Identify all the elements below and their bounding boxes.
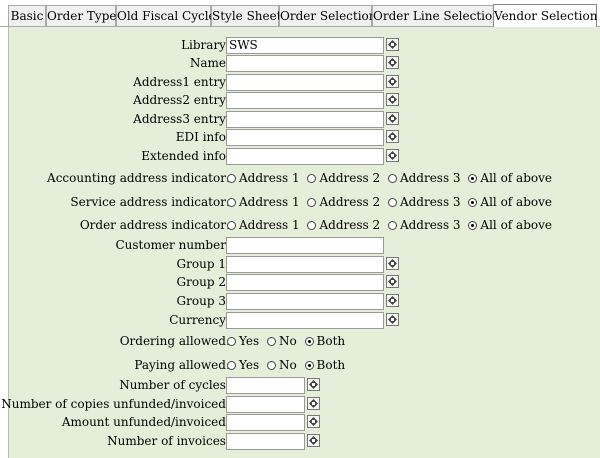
group3-input[interactable] [226, 293, 384, 310]
diamond-lookup-icon [388, 95, 397, 104]
ordering-allowed-label: Ordering allowed: [119, 334, 230, 348]
order-all-radio[interactable]: All of above [468, 218, 552, 232]
group1-input[interactable] [226, 256, 384, 273]
address1-input[interactable] [226, 74, 384, 91]
address2-lookup-button[interactable] [386, 93, 399, 106]
service-address1-radio[interactable]: Address 1 [227, 195, 300, 209]
group3-label: Group 3: [176, 294, 230, 308]
order-address3-radio[interactable]: Address 3 [387, 218, 461, 232]
extended-lookup-button[interactable] [386, 149, 399, 162]
amount-label: Amount unfunded/invoiced: [61, 415, 230, 429]
diamond-lookup-icon [309, 399, 318, 408]
accounting-all-radio[interactable]: All of above [468, 171, 552, 185]
service-address3-radio[interactable]: Address 3 [387, 195, 461, 209]
address1-label: Address1 entry: [133, 75, 230, 89]
library-label: Library: [181, 38, 230, 52]
diamond-lookup-icon [388, 114, 397, 123]
order-address1-radio[interactable]: Address 1 [227, 218, 300, 232]
library-input[interactable]: SWS [226, 37, 384, 54]
accounting-address3-radio[interactable]: Address 3 [387, 171, 461, 185]
tab-basic[interactable]: Basic [8, 5, 46, 26]
num-copies-input[interactable] [226, 396, 305, 413]
order-indicator-radios: Address 1 Address 2 Address 3 All of abo… [227, 218, 556, 232]
tab-order-selection[interactable]: Order Selection [279, 5, 377, 26]
diamond-lookup-icon [388, 40, 397, 49]
diamond-lookup-icon [388, 151, 397, 160]
address1-lookup-button[interactable] [386, 75, 399, 88]
paying-no-radio[interactable]: No [266, 358, 297, 372]
diamond-lookup-icon [388, 315, 397, 324]
paying-both-radio[interactable]: Both [304, 358, 345, 372]
extended-label: Extended info: [141, 149, 230, 163]
diamond-lookup-icon [309, 417, 318, 426]
service-indicator-radios: Address 1 Address 2 Address 3 All of abo… [227, 195, 556, 209]
diamond-lookup-icon [388, 259, 397, 268]
vendor-selection-panel: Library: SWS Name: Address1 entry: Addre… [1, 27, 600, 458]
address3-label: Address3 entry: [133, 112, 230, 126]
ordering-both-radio[interactable]: Both [304, 334, 345, 348]
tab-vendor-selection[interactable]: Vendor Selection [493, 4, 597, 27]
num-copies-lookup-button[interactable] [307, 397, 320, 410]
address3-input[interactable] [226, 111, 384, 128]
currency-input[interactable] [226, 312, 384, 329]
paying-allowed-radios: Yes No Both [227, 358, 349, 372]
group1-lookup-button[interactable] [386, 257, 399, 270]
group2-label: Group 2: [176, 275, 230, 289]
accounting-indicator-radios: Address 1 Address 2 Address 3 All of abo… [227, 171, 556, 185]
name-label: Name: [189, 56, 230, 70]
service-address2-radio[interactable]: Address 2 [307, 195, 380, 209]
tab-order-type[interactable]: Order Type [46, 5, 116, 26]
customer-number-input[interactable] [226, 237, 384, 254]
diamond-lookup-icon [388, 58, 397, 67]
diamond-lookup-icon [309, 436, 318, 445]
diamond-lookup-icon [309, 380, 318, 389]
tab-order-line-selection[interactable]: Order Line Selection [372, 5, 500, 26]
name-input[interactable] [226, 55, 384, 72]
paying-allowed-label: Paying allowed: [134, 358, 230, 372]
group1-label: Group 1: [176, 257, 230, 271]
tab-old-fiscal-cycle[interactable]: Old Fiscal Cycle [116, 5, 216, 26]
num-cycles-input[interactable] [226, 377, 305, 394]
amount-lookup-button[interactable] [307, 415, 320, 428]
extended-input[interactable] [226, 148, 384, 165]
diamond-lookup-icon [388, 77, 397, 86]
ordering-no-radio[interactable]: No [266, 334, 297, 348]
num-invoices-label: Number of invoices: [107, 434, 230, 448]
amount-input[interactable] [226, 414, 305, 431]
tab-style-sheet[interactable]: Style Sheet [211, 5, 282, 26]
edi-input[interactable] [226, 129, 384, 146]
edi-lookup-button[interactable] [386, 130, 399, 143]
service-all-radio[interactable]: All of above [468, 195, 552, 209]
accounting-address1-radio[interactable]: Address 1 [227, 171, 300, 185]
accounting-address2-radio[interactable]: Address 2 [307, 171, 380, 185]
group2-lookup-button[interactable] [386, 275, 399, 288]
tab-bar: Basic Order Type Old Fiscal Cycle Style … [0, 0, 600, 27]
edi-label: EDI info: [175, 130, 230, 144]
num-cycles-label: Number of cycles: [119, 378, 230, 392]
name-lookup-button[interactable] [386, 56, 399, 69]
ordering-allowed-radios: Yes No Both [227, 334, 349, 348]
num-cycles-lookup-button[interactable] [307, 378, 320, 391]
order-indicator-label: Order address indicator: [79, 218, 230, 232]
address2-label: Address2 entry: [133, 93, 230, 107]
group2-input[interactable] [226, 274, 384, 291]
diamond-lookup-icon [388, 132, 397, 141]
accounting-indicator-label: Accounting address indicator: [47, 171, 230, 185]
num-copies-label: Number of copies unfunded/invoiced: [1, 397, 230, 411]
num-invoices-lookup-button[interactable] [307, 434, 320, 447]
service-indicator-label: Service address indicator: [70, 195, 230, 209]
diamond-lookup-icon [388, 296, 397, 305]
group3-lookup-button[interactable] [386, 294, 399, 307]
address3-lookup-button[interactable] [386, 112, 399, 125]
currency-lookup-button[interactable] [386, 313, 399, 326]
ordering-yes-radio[interactable]: Yes [227, 334, 259, 348]
paying-yes-radio[interactable]: Yes [227, 358, 259, 372]
customer-number-label: Customer number: [115, 238, 230, 252]
diamond-lookup-icon [388, 277, 397, 286]
order-address2-radio[interactable]: Address 2 [307, 218, 380, 232]
address2-input[interactable] [226, 92, 384, 109]
currency-label: Currency: [169, 313, 230, 327]
num-invoices-input[interactable] [226, 433, 305, 450]
library-lookup-button[interactable] [386, 38, 399, 51]
